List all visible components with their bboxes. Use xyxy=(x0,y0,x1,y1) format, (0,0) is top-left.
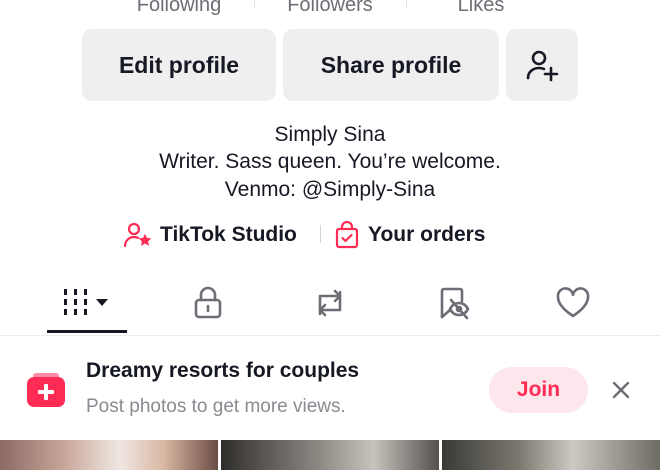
promo-title: Dreamy resorts for couples xyxy=(86,359,360,382)
repost-icon xyxy=(318,289,342,317)
video-thumbnail[interactable] xyxy=(0,440,218,470)
person-plus-icon xyxy=(526,50,559,82)
profile-actions: Edit profile Share profile xyxy=(0,29,660,101)
promo-banner: Dreamy resorts for couples Post photos t… xyxy=(0,345,660,433)
join-button[interactable]: Join xyxy=(489,367,588,413)
profile-links: TikTok Studio Your orders xyxy=(0,219,660,251)
tab-liked[interactable] xyxy=(518,280,628,326)
stat-divider xyxy=(254,0,255,8)
bio-text-line: Writer. Sass queen. You’re welcome. xyxy=(159,150,501,173)
tab-saved[interactable] xyxy=(397,280,507,326)
your-orders-link[interactable]: Your orders xyxy=(334,219,485,251)
video-thumbnail[interactable] xyxy=(221,440,439,470)
stat-divider xyxy=(406,0,407,8)
tiktok-studio-label: TikTok Studio xyxy=(160,223,297,246)
bookmark-eye-icon xyxy=(440,287,470,320)
profile-tabs xyxy=(0,280,660,336)
tab-videos[interactable] xyxy=(32,280,142,326)
grid-bars-icon xyxy=(64,289,108,315)
profile-stats: Following Followers Likes xyxy=(0,0,660,24)
chevron-down-icon xyxy=(96,299,108,306)
active-tab-indicator xyxy=(47,330,127,333)
your-orders-label: Your orders xyxy=(368,223,486,246)
video-grid xyxy=(0,440,660,470)
likes-label: Likes xyxy=(457,0,505,16)
edit-profile-button[interactable]: Edit profile xyxy=(82,29,276,101)
creator-star-icon xyxy=(124,222,152,248)
promo-subtitle: Post photos to get more views. xyxy=(86,396,346,417)
lock-icon xyxy=(194,286,222,319)
profile-name: Simply Sina xyxy=(274,123,386,146)
bio-text-line: Venmo: @Simply-Sina xyxy=(224,178,436,201)
close-icon xyxy=(612,381,630,399)
heart-icon xyxy=(556,287,590,318)
links-divider xyxy=(320,225,321,243)
add-photos-icon xyxy=(27,373,65,407)
following-label[interactable]: Following xyxy=(137,0,221,17)
tiktok-studio-link[interactable]: TikTok Studio xyxy=(124,219,297,251)
shopping-bag-icon xyxy=(335,221,359,249)
close-banner-button[interactable] xyxy=(606,375,636,405)
video-thumbnail[interactable] xyxy=(442,440,660,470)
tab-private[interactable] xyxy=(153,280,263,326)
add-friends-button[interactable] xyxy=(506,29,578,101)
tab-reposts[interactable] xyxy=(275,280,385,326)
share-profile-button[interactable]: Share profile xyxy=(283,29,499,101)
followers-label[interactable]: Followers xyxy=(287,0,373,17)
